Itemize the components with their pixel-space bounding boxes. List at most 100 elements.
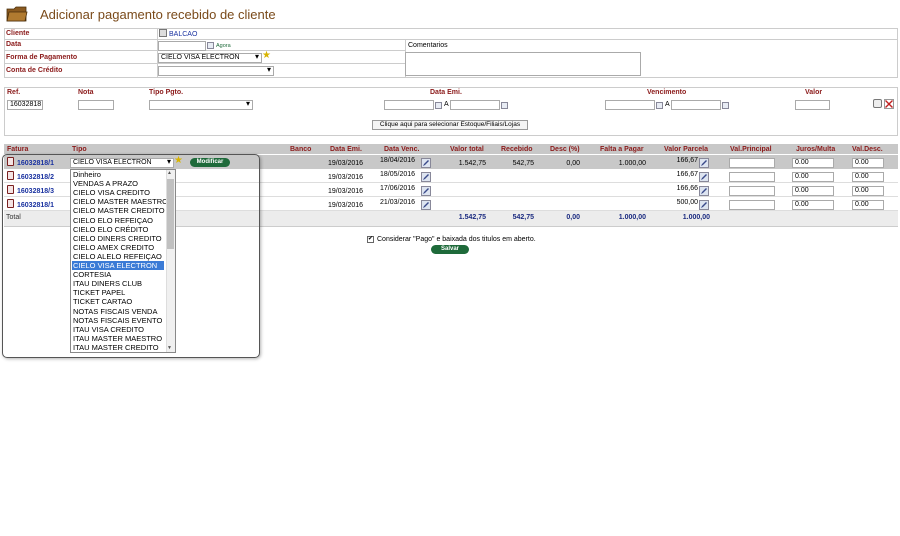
nota-input[interactable] [78, 100, 114, 110]
customer-icon [159, 29, 167, 37]
nota-label: Nota [78, 89, 94, 96]
tipo-pgto-select[interactable] [149, 100, 253, 110]
edit-icon[interactable] [699, 186, 709, 196]
vencimento-from[interactable] [605, 100, 655, 110]
calendar-icon[interactable] [207, 42, 214, 49]
folder-icon [6, 6, 28, 22]
data-emi-cell: 19/03/2016 [328, 188, 364, 195]
considerar-checkbox[interactable]: ✔ [367, 236, 374, 243]
juros-input[interactable]: 0.00 [792, 158, 834, 168]
dropdown-option[interactable]: CIELO ALELO REFEIÇAO [72, 252, 164, 261]
dropdown-option[interactable]: CIELO VISA CREDITO [72, 188, 164, 197]
forma-pagamento-select[interactable]: CIELO VISA ELECTRON [158, 53, 262, 63]
dropdown-option[interactable]: CIELO DINERS CREDITO [72, 234, 164, 243]
dropdown-option[interactable]: ITAU MASTER MAESTRO [72, 334, 164, 343]
val-desc-input[interactable]: 0.00 [852, 186, 884, 196]
col-val-principal: Val.Principal [730, 146, 772, 153]
dropdown-option[interactable]: VENDAS A PRAZO [72, 179, 164, 188]
val-principal-input[interactable] [729, 172, 775, 182]
dropdown-option[interactable]: ITAU MASTER CREDITO [72, 343, 164, 352]
salvar-button[interactable]: Salvar [431, 245, 469, 254]
dropdown-scrollbar-thumb[interactable] [167, 179, 174, 249]
scroll-up-icon[interactable]: ▲ [167, 170, 172, 176]
valor-input[interactable] [795, 100, 830, 110]
calendar-icon[interactable] [501, 102, 508, 109]
range-separator: A [444, 101, 449, 108]
ref-label: Ref. [7, 89, 21, 96]
val-desc-input[interactable]: 0.00 [852, 200, 884, 210]
edit-icon[interactable] [421, 186, 431, 196]
val-principal-input[interactable] [729, 200, 775, 210]
col-recebido: Recebido [501, 146, 533, 153]
col-val-desc: Val.Desc. [852, 146, 883, 153]
forma-pagamento-label: Forma de Pagamento [6, 54, 78, 61]
star-icon[interactable]: ★ [262, 51, 271, 61]
considerar-label: Considerar "Pago" e baixada dos titulos … [377, 236, 536, 243]
data-venc-cell: 17/06/2016 [380, 185, 416, 192]
edit-icon[interactable] [421, 158, 431, 168]
val-principal-input[interactable] [729, 158, 775, 168]
comentarios-textarea[interactable] [405, 52, 641, 76]
edit-icon[interactable] [421, 172, 431, 182]
conta-credito-select[interactable] [158, 66, 274, 76]
dropdown-option[interactable]: TICKET PAPEL [72, 288, 164, 297]
range-separator: A [665, 101, 670, 108]
calendar-icon[interactable] [435, 102, 442, 109]
data-emi-to[interactable] [450, 100, 500, 110]
dropdown-option[interactable]: CIELO ELO CRÉDITO [72, 225, 164, 234]
val-desc-input[interactable]: 0.00 [852, 158, 884, 168]
edit-icon[interactable] [699, 200, 709, 210]
valor-parcela-cell: 166,66 [676, 185, 698, 192]
dropdown-option[interactable]: ITAU VISA CREDITO [72, 325, 164, 334]
select-estoque-button[interactable]: Clique aqui para selecionar Estoque/Fili… [372, 120, 528, 130]
col-valor-parcela: Valor Parcela [664, 146, 708, 153]
scroll-down-icon[interactable]: ▼ [167, 345, 172, 351]
dropdown-option[interactable]: NOTAS FISCAIS VENDA [72, 307, 164, 316]
dropdown-option[interactable]: CIELO VISA ELECTRON [72, 261, 164, 270]
dropdown-option[interactable]: ITAU DINERS CLUB [72, 279, 164, 288]
dropdown-option[interactable]: CIELO MASTER CREDITO [72, 206, 165, 215]
edit-icon[interactable] [699, 158, 709, 168]
total-falta: 1.000,00 [618, 214, 646, 221]
recebido-cell: 542,75 [512, 160, 534, 167]
calendar-icon[interactable] [656, 102, 663, 109]
data-venc-cell: 21/03/2016 [380, 199, 416, 206]
dropdown-option[interactable]: Dinheiro [72, 170, 164, 179]
calendar-icon[interactable] [722, 102, 729, 109]
comentarios-label: Comentarios [408, 42, 448, 49]
cliente-value[interactable]: BALCAO [169, 31, 197, 38]
valor-parcela-cell: 166,67 [676, 171, 698, 178]
data-emi-from[interactable] [384, 100, 434, 110]
data-input[interactable] [158, 41, 206, 51]
juros-input[interactable]: 0.00 [792, 186, 834, 196]
vencimento-to[interactable] [671, 100, 721, 110]
data-emi-label: Data Emi. [430, 89, 462, 96]
val-desc-input[interactable]: 0.00 [852, 172, 884, 182]
edit-icon[interactable] [699, 172, 709, 182]
conta-credito-label: Conta de Crédito [6, 67, 63, 74]
dropdown-option[interactable]: CIELO AMEX CREDITO [72, 243, 164, 252]
clear-icon[interactable] [884, 99, 894, 109]
ref-input[interactable]: 16032818 [7, 100, 43, 110]
data-venc-cell: 18/05/2016 [380, 171, 416, 178]
dropdown-option[interactable]: TICKET CARTAO [72, 297, 164, 306]
val-principal-input[interactable] [729, 186, 775, 196]
edit-icon[interactable] [421, 200, 431, 210]
total-desc: 0,00 [566, 214, 580, 221]
col-tipo: Tipo [72, 146, 87, 153]
valor-parcela-cell: 500,00 [676, 199, 698, 206]
col-data-venc: Data Venc. [384, 146, 420, 153]
desc-cell: 0,00 [566, 160, 580, 167]
col-fatura: Fatura [7, 146, 29, 153]
dropdown-option[interactable]: CORTESIA [72, 270, 164, 279]
agora-link[interactable]: Agora [216, 43, 231, 49]
dropdown-option[interactable]: NOTAS FISCAIS EVENTO [72, 316, 164, 325]
checkbox-icon[interactable] [873, 99, 882, 108]
vencimento-label: Vencimento [647, 89, 687, 96]
dropdown-option[interactable]: CIELO MASTER MAESTRO [72, 197, 168, 206]
juros-input[interactable]: 0.00 [792, 172, 834, 182]
cliente-label: Cliente [6, 30, 30, 37]
dropdown-option[interactable]: CIELO ELO REFEIÇAO [72, 216, 164, 225]
data-emi-cell: 19/03/2016 [328, 160, 364, 167]
juros-input[interactable]: 0.00 [792, 200, 834, 210]
